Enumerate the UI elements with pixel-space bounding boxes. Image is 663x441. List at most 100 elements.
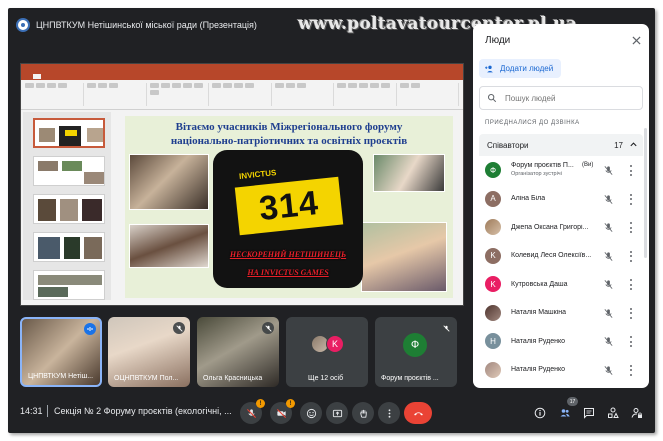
invictus-photo: INVICTUS 314 НЕСКОРЕНИЙ НЕТІШИНЕЦЬ НА IN… [213, 150, 363, 288]
leave-call-button[interactable] [404, 402, 432, 424]
mic-off-icon [262, 322, 274, 334]
info-icon [534, 407, 546, 419]
more-participants-tile[interactable]: K Ще 12 осіб [286, 317, 368, 387]
panel-title: Люди [485, 35, 511, 46]
list-item[interactable]: K Кутровська Даша [479, 270, 643, 299]
activities-icon [608, 407, 619, 418]
lock-person-icon [631, 408, 642, 418]
warning-badge: ! [286, 399, 295, 408]
present-screen-icon [332, 409, 342, 417]
meeting-name: Секція № 2 Форуму проєктів (екологічні, … [54, 406, 232, 416]
more-options-icon[interactable] [626, 250, 636, 262]
more-options-icon[interactable] [626, 364, 636, 376]
list-item[interactable]: Наталія Машкіна [479, 299, 643, 328]
participant-avatar: K [326, 335, 344, 353]
more-options-icon[interactable] [626, 307, 636, 319]
hang-up-icon [413, 411, 423, 415]
search-icon [487, 93, 497, 103]
slide-thumbnail [33, 232, 105, 262]
person-name: Наталія Руденко [511, 366, 566, 374]
mic-off-icon[interactable] [603, 251, 614, 262]
list-item[interactable]: H Наталія Руденко [479, 327, 643, 356]
slide-caption: НА INVICTUS GAMES [247, 268, 329, 277]
group-label: Співавтори [487, 140, 529, 150]
warning-badge: ! [256, 399, 265, 408]
mic-off-icon[interactable] [603, 194, 614, 205]
more-options-icon[interactable] [626, 279, 636, 290]
reactions-button[interactable] [300, 402, 322, 424]
slide-photo [361, 222, 447, 292]
person-avatar [485, 361, 501, 378]
person-name: Джепа Оксана Григорі... [511, 223, 589, 231]
activities-button[interactable] [604, 404, 622, 422]
meeting-details-button[interactable] [531, 404, 549, 422]
list-item[interactable]: A Аліна Біла [479, 185, 643, 214]
bib-top-text: INVICTUS [238, 168, 277, 181]
people-button[interactable]: 17 [556, 397, 578, 422]
more-options-icon[interactable] [626, 165, 636, 176]
more-options-icon[interactable] [626, 222, 636, 233]
mic-off-icon[interactable] [603, 165, 614, 176]
participant-avatar: Ф [403, 333, 427, 357]
slide-thumbnails [23, 112, 111, 300]
slide-title: Вітаємо учасників Міжрегіонального форум… [170, 121, 408, 147]
shared-screen: Вітаємо учасників Міжрегіонального форум… [20, 63, 464, 306]
microphone-button[interactable]: ! [240, 399, 265, 424]
camera-button[interactable]: ! [270, 399, 295, 424]
chat-button[interactable] [580, 404, 598, 422]
person-name: Колевид Леся Олексіїв... [511, 252, 592, 260]
ppt-titlebar [21, 64, 463, 73]
current-slide: Вітаємо учасників Міжрегіонального форум… [125, 116, 453, 298]
participant-tile[interactable]: Ф Форум проєктів ... [375, 317, 457, 387]
person-name: Форум проєктів П... [511, 162, 574, 169]
group-count: 17 [614, 140, 623, 150]
close-icon [631, 35, 641, 45]
person-avatar: K [485, 247, 501, 264]
participant-name: Ольга Красницька [203, 375, 263, 382]
mic-off-icon[interactable] [603, 279, 614, 290]
raise-hand-button[interactable] [352, 402, 374, 424]
add-people-button[interactable]: Додати людей [479, 59, 562, 78]
search-people-box[interactable] [479, 86, 643, 110]
add-people-label: Додати людей [500, 64, 554, 73]
contributors-group-header[interactable]: Співавтори 17 [479, 134, 643, 156]
slide-thumbnail-active [33, 118, 105, 148]
person-name: Аліна Біла [511, 195, 546, 203]
mic-off-icon[interactable] [603, 336, 614, 347]
list-item[interactable]: Ф Форум проєктів П... (Ви) Організатор з… [479, 156, 643, 185]
participant-tile[interactable]: Ольга Красницька [197, 317, 279, 387]
mic-off-icon[interactable] [603, 308, 614, 319]
person-avatar: Ф [485, 162, 501, 179]
person-add-icon [485, 65, 493, 72]
slide-caption: НЕСКОРЕНИЙ НЕТІШИНЕЦЬ [229, 250, 347, 259]
list-item[interactable]: Джепа Оксана Григорі... [479, 213, 643, 242]
more-options-icon[interactable] [626, 193, 636, 205]
mic-off-icon[interactable] [603, 365, 614, 376]
person-avatar: A [485, 190, 501, 207]
list-item[interactable]: K Колевид Леся Олексіїв... [479, 242, 643, 271]
person-name: Кутровська Даша [511, 280, 568, 288]
list-item[interactable]: Наталія Руденко [479, 356, 643, 385]
clock-time: 14:31 [20, 406, 43, 416]
person-avatar: K [485, 276, 501, 293]
close-panel-button[interactable] [629, 33, 643, 47]
meet-window: ЦНПВТКУМ Нетішинської міської ради (През… [8, 8, 655, 433]
slide-thumbnail [33, 156, 105, 186]
host-controls-button[interactable] [628, 404, 646, 422]
mic-off-icon[interactable] [603, 222, 614, 233]
more-options-button[interactable] [378, 402, 400, 424]
more-options-icon[interactable] [626, 336, 636, 347]
people-panel: Люди Додати людей ПРИЄДНАЛИСЯ ДО ДЗВІНКА… [473, 24, 649, 388]
participant-tile[interactable]: ОЦНПВТКУМ Пол... [108, 317, 190, 387]
panel-scrollbar[interactable] [644, 128, 647, 258]
search-people-input[interactable] [505, 93, 625, 103]
person-name: Наталія Руденко [511, 337, 566, 345]
person-avatar [485, 219, 501, 236]
hand-icon [359, 409, 367, 418]
participant-tile-speaking[interactable]: ЦНПВТКУМ Нетіш... [20, 317, 102, 387]
more-vert-icon [388, 408, 390, 418]
participant-name: ОЦНПВТКУМ Пол... [114, 375, 179, 382]
present-button[interactable] [326, 402, 348, 424]
people-list: Ф Форум проєктів П... (Ви) Організатор з… [479, 156, 643, 384]
person-name: Наталія Машкіна [511, 309, 566, 317]
